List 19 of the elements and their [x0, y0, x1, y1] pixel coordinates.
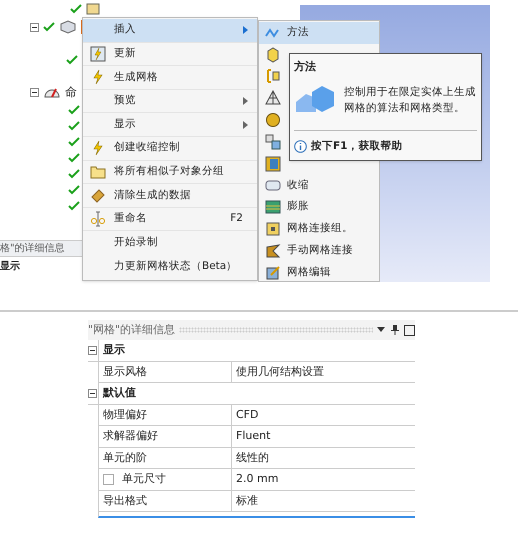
property-value: 2.0 mm [235, 471, 280, 487]
panel-title: "网格"的详细信息 [88, 322, 176, 338]
property-name: 导出格式 [103, 492, 147, 508]
section-header: 显示 [98, 340, 415, 360]
section-label: 显示 [0, 260, 20, 274]
property-name: 单元尺寸 [122, 471, 166, 487]
property-value: Fluent [235, 428, 272, 444]
section-header: 默认值 [98, 383, 415, 404]
property-value: 线性的 [235, 450, 270, 466]
property-name: 求解器偏好 [103, 428, 158, 444]
property-name: 单元的阶 [103, 450, 147, 466]
tooltip-description: 控制用于在限定实体上生成网格的算法和网格类型。 [344, 84, 476, 116]
property-value: CFD [235, 406, 260, 422]
help-hint: 按下F1，获取帮助 [311, 138, 402, 154]
property-name: 显示风格 [103, 364, 147, 380]
tooltip-title: 方法 [294, 59, 317, 75]
property-name: 物理偏好 [103, 406, 147, 422]
property-value: 使用几何结构设置 [235, 364, 325, 380]
property-value: 标准 [235, 492, 259, 508]
